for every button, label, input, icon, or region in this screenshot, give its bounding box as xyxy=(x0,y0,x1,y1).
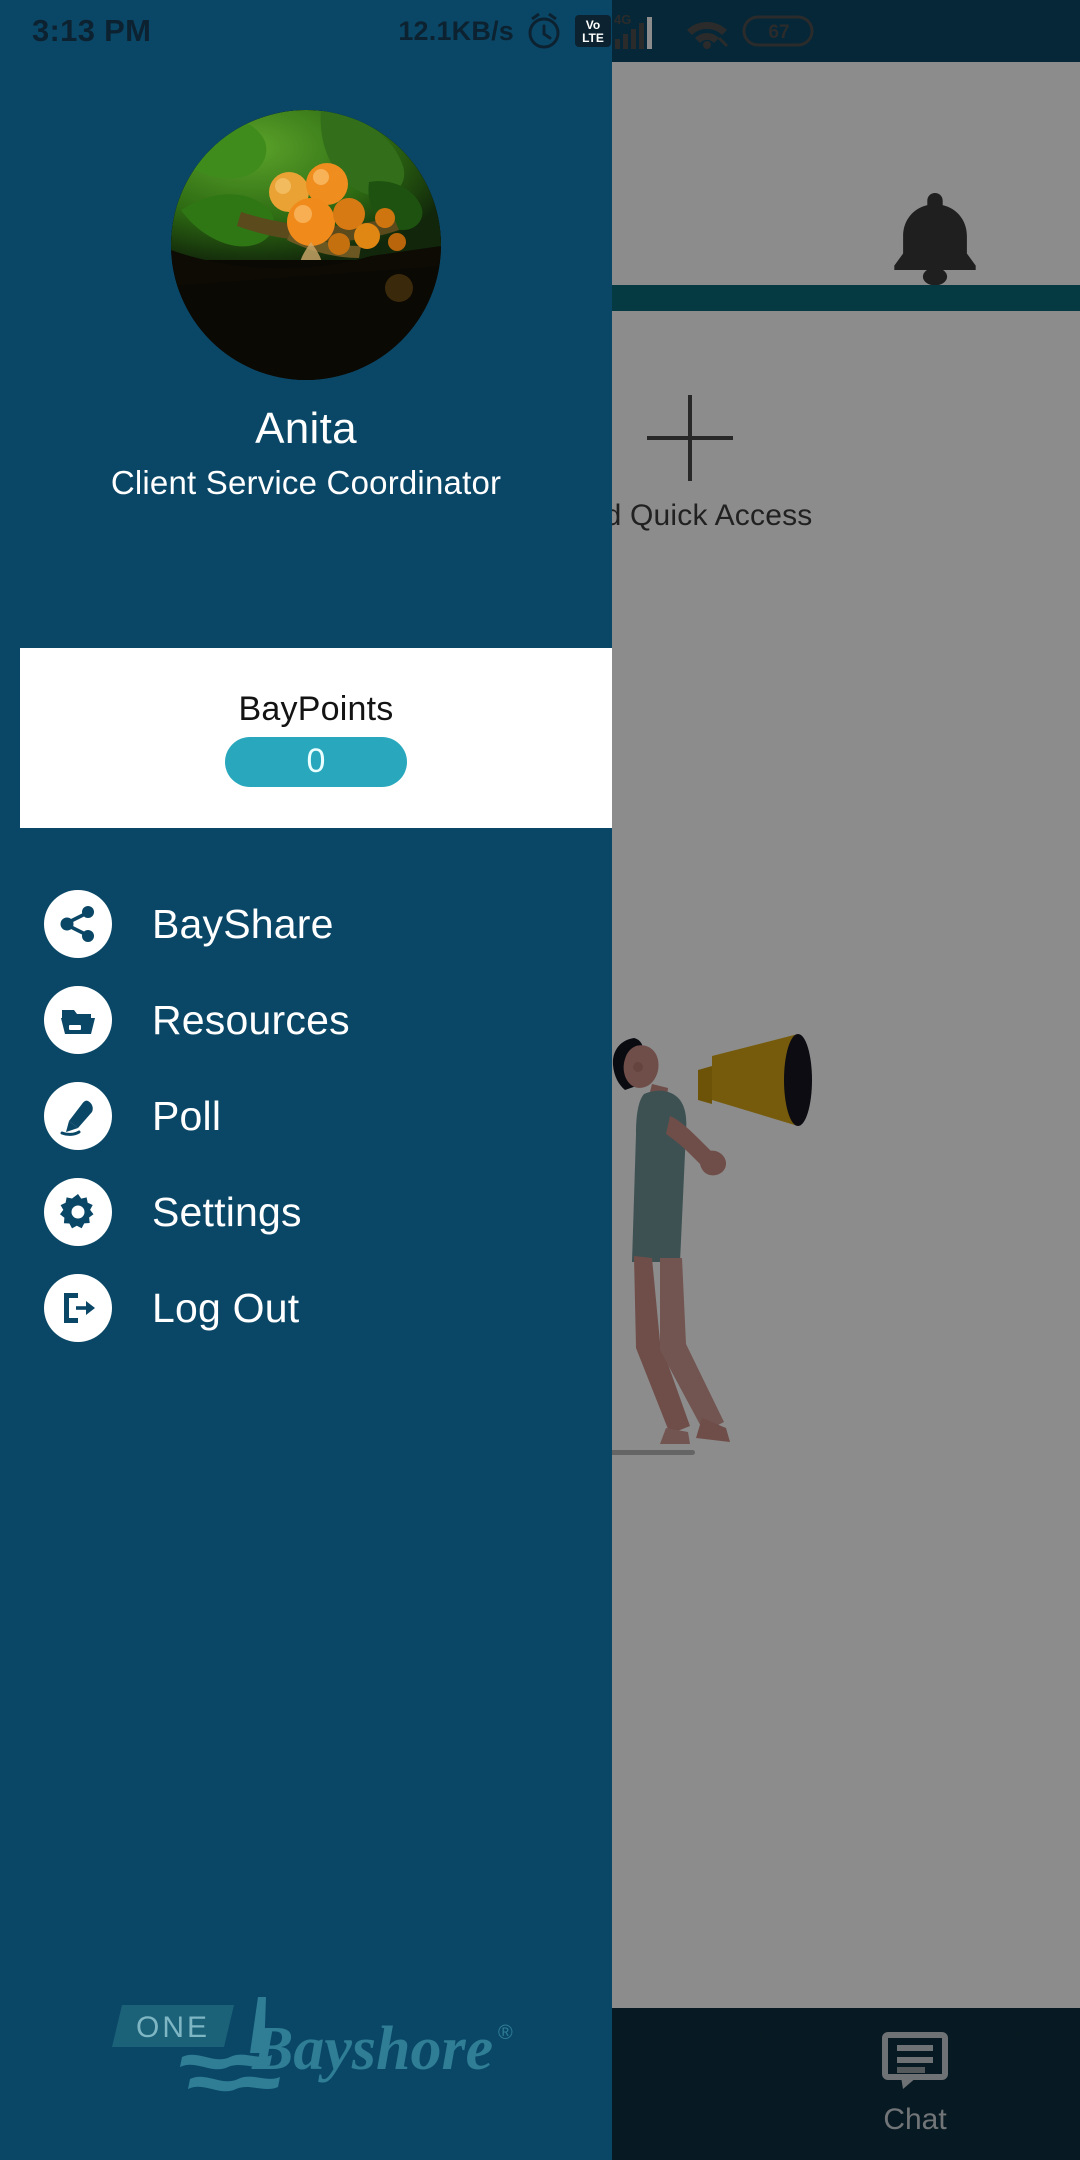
signal-4g-label: 4G xyxy=(614,12,631,27)
brand-name-label: Bayshore xyxy=(251,2015,493,2083)
profile-name: Anita xyxy=(255,404,357,453)
avatar[interactable] xyxy=(171,110,441,380)
menu-item-label: Settings xyxy=(152,1188,302,1235)
menu-item-label: Log Out xyxy=(152,1284,300,1331)
folder-icon xyxy=(44,986,112,1054)
network-speed-label: 12.1KB/s xyxy=(398,15,514,46)
screen-root: Add Quick Access Chat 4G 67 3:13 PM 12.1… xyxy=(0,0,1080,2160)
status-bar-clock: 3:13 PM xyxy=(32,13,152,48)
status-bar-right-group: 12.1KB/s Vo LTE xyxy=(398,0,612,62)
menu-item-settings[interactable]: Settings xyxy=(0,1164,612,1260)
notification-bell-button[interactable] xyxy=(880,182,990,292)
volte-label-top: Vo xyxy=(586,18,600,32)
signal-4g-icon: 4G xyxy=(614,12,652,49)
bell-icon xyxy=(894,193,976,286)
chat-bubble-icon xyxy=(882,2032,948,2089)
alarm-icon xyxy=(528,12,560,49)
brand-tag-label: ONE xyxy=(136,2011,210,2044)
drawer-menu: BayShare Resources Poll Settings Log Out xyxy=(0,876,612,1356)
menu-item-label: Poll xyxy=(152,1092,222,1139)
drawer-profile-header: Anita Client Service Coordinator xyxy=(0,62,612,502)
profile-role: Client Service Coordinator xyxy=(110,464,502,501)
share-icon xyxy=(44,890,112,958)
bottom-nav-label: Chat xyxy=(883,2103,947,2136)
gear-icon xyxy=(44,1178,112,1246)
menu-item-label: BayShare xyxy=(152,900,334,947)
wifi-icon xyxy=(687,22,729,49)
volte-icon: Vo LTE xyxy=(575,15,611,47)
battery-icon: 67 xyxy=(742,15,814,47)
status-bar-icons-overlay: 4G 67 xyxy=(612,0,1080,62)
bottom-nav-item-chat[interactable]: Chat xyxy=(820,2031,1010,2137)
volte-label-bottom: LTE xyxy=(582,31,604,45)
one-bayshore-logo: ONE Bayshore ® xyxy=(112,1997,513,2092)
pen-signature-icon xyxy=(44,1082,112,1150)
battery-level-label: 67 xyxy=(768,22,789,43)
baypoints-label: BayPoints xyxy=(238,689,394,728)
menu-item-resources[interactable]: Resources xyxy=(0,972,612,1068)
navigation-drawer: 3:13 PM 12.1KB/s Vo LTE Anita Client Ser… xyxy=(0,0,612,2160)
baypoints-value-badge: 0 xyxy=(225,736,407,787)
user-avatar-photo xyxy=(171,110,441,380)
menu-item-bayshare[interactable]: BayShare xyxy=(0,876,612,972)
brand-trademark-symbol: ® xyxy=(498,2022,513,2044)
menu-item-poll[interactable]: Poll xyxy=(0,1068,612,1164)
menu-item-label: Resources xyxy=(152,996,350,1043)
plus-icon xyxy=(647,395,733,481)
status-bar: 3:13 PM 12.1KB/s Vo LTE xyxy=(0,0,612,62)
logout-icon xyxy=(44,1274,112,1342)
menu-item-logout[interactable]: Log Out xyxy=(0,1260,612,1356)
brand-watermark: ONE Bayshore ® xyxy=(0,1982,612,2112)
baypoints-card[interactable]: BayPoints 0 xyxy=(20,648,612,828)
